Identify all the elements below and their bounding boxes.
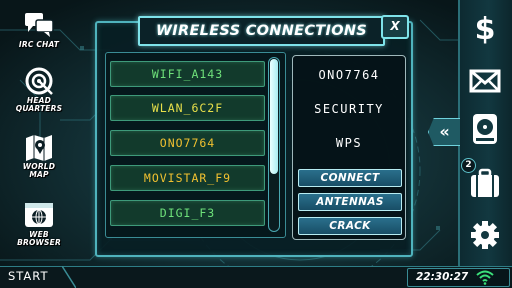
dollar-icon: $	[475, 12, 496, 46]
wifi-signal-icon[interactable]	[476, 269, 494, 285]
connect-button[interactable]: CONNECT	[298, 169, 402, 187]
start-divider	[62, 266, 76, 288]
sidebar-item-web-browser[interactable]: WEB BROWSER	[4, 200, 74, 247]
sidebar-item-irc-chat[interactable]: IRC CHAT	[4, 10, 74, 49]
selected-network-name: ONO7764	[318, 68, 380, 82]
hard-drive-icon	[473, 114, 497, 144]
network-item[interactable]: WIFI_A143	[110, 61, 265, 87]
sidebar-item-label: HEAD QUARTERS	[15, 96, 63, 113]
security-label: SECURITY	[314, 102, 384, 116]
network-item[interactable]: DIGI_F3	[110, 200, 265, 226]
scrollbar-thumb[interactable]	[270, 59, 278, 174]
notification-badge: 2	[461, 158, 476, 173]
chat-bubbles-icon	[25, 13, 54, 37]
network-ssid: ONO7764	[159, 136, 216, 150]
gear-icon	[471, 221, 499, 249]
mail-button[interactable]	[466, 62, 504, 100]
close-button[interactable]: X	[381, 15, 409, 39]
network-item[interactable]: WLAN_6C2F	[110, 95, 265, 121]
sidebar-item-label: WORLD MAP	[22, 162, 56, 179]
crack-button[interactable]: CRACK	[298, 217, 402, 235]
network-item[interactable]: MOVISTAR_F9	[110, 165, 265, 191]
mail-icon	[469, 69, 501, 93]
target-icon	[25, 67, 53, 95]
map-pin-icon	[26, 135, 52, 161]
network-ssid: WLAN_6C2F	[151, 101, 224, 115]
hard-drive-button[interactable]	[466, 110, 504, 148]
network-ssid: DIGI_F3	[159, 206, 216, 220]
sidebar-item-headquarters[interactable]: HEAD QUARTERS	[4, 66, 74, 113]
globe-window-icon	[25, 203, 53, 227]
network-ssid: WIFI_A143	[151, 67, 224, 81]
collapse-panel-button[interactable]: «	[428, 118, 460, 146]
network-item[interactable]: ONO7764	[110, 130, 265, 156]
sidebar-item-label: IRC CHAT	[18, 40, 60, 49]
clock: 22:30:27	[416, 271, 469, 283]
settings-button[interactable]	[466, 216, 504, 254]
antennas-button[interactable]: ANTENNAS	[298, 193, 402, 211]
money-button[interactable]: $	[466, 8, 504, 46]
dialog-title: WIRELESS CONNECTIONS	[138, 16, 385, 46]
network-ssid: MOVISTAR_F9	[143, 171, 232, 185]
security-type: WPS	[335, 136, 363, 150]
sidebar-item-label: WEB BROWSER	[17, 230, 61, 247]
svg-text:$: $	[475, 12, 496, 46]
sidebar-item-world-map[interactable]: WORLD MAP	[4, 132, 74, 179]
